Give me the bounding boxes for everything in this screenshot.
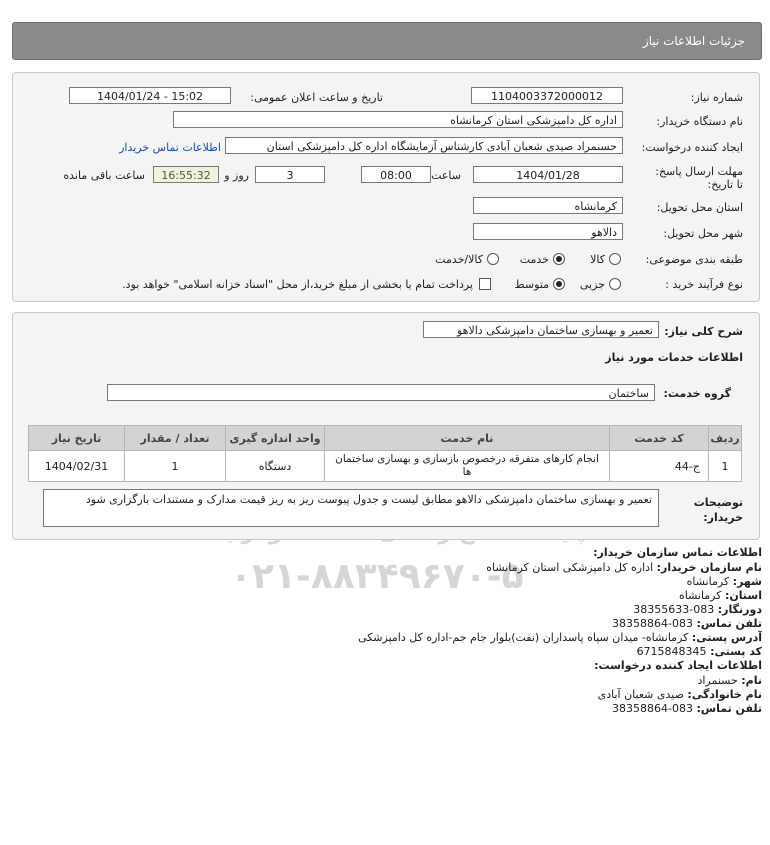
time-label: ساعت bbox=[431, 169, 461, 182]
city-field: دالاهو bbox=[473, 223, 623, 240]
fax-label: دورنگار: bbox=[717, 603, 762, 616]
watermark-line2: ۰۲۱-۸۸۳۴۹۶۷۰-۵ bbox=[230, 556, 524, 597]
need-number-field: 1104003372000012 bbox=[471, 87, 623, 104]
org-name-row: نام سازمان خریدار: اداره کل دامپزشکی است… bbox=[486, 561, 762, 574]
group-field: ساختمان bbox=[107, 384, 655, 401]
buyer-field: اداره کل دامپزشکی استان کرمانشاه bbox=[173, 111, 623, 128]
process-radio-minor[interactable] bbox=[609, 278, 621, 290]
creator-phone-row: تلفن تماس: 083-38358864 bbox=[612, 702, 762, 715]
address-value: کرمانشاه- میدان سپاه پاسداران (نفت)بلوار… bbox=[358, 631, 689, 644]
col-need-date: تاریخ نیاز bbox=[28, 425, 125, 451]
days-label: روز و bbox=[224, 169, 249, 182]
col-service-name: نام خدمت bbox=[324, 425, 610, 451]
cell-service-code: ج-44 bbox=[609, 450, 709, 482]
category-label: طبقه بندی موضوعی: bbox=[645, 253, 743, 266]
last-name-label: نام خانوادگی: bbox=[687, 688, 762, 701]
deadline-label: مهلت ارسال پاسخ: تا تاریخ: bbox=[655, 165, 743, 191]
contact-province-value: کرمانشاه bbox=[678, 589, 722, 602]
treasury-checkbox[interactable] bbox=[479, 278, 491, 290]
announce-label: تاریخ و ساعت اعلان عمومی: bbox=[250, 91, 383, 104]
creator-label: ایجاد کننده درخواست: bbox=[641, 141, 743, 154]
services-title: اطلاعات خدمات مورد نیاز bbox=[605, 351, 743, 364]
days-field: 3 bbox=[255, 166, 325, 183]
deadline-date-field: 1404/01/28 bbox=[473, 166, 623, 183]
creator-phone-label: تلفن تماس: bbox=[696, 702, 762, 715]
summary-label: شرح کلی نیاز: bbox=[664, 325, 743, 338]
process-label: نوع فرآیند خرید : bbox=[665, 278, 743, 291]
process-option-medium: متوسط bbox=[514, 278, 549, 291]
group-label: گروه خدمت: bbox=[663, 387, 731, 400]
province-row: استان: کرمانشاه bbox=[679, 589, 762, 602]
fax-value: 083-38355633 bbox=[633, 603, 715, 616]
buyer-label: نام دستگاه خریدار: bbox=[656, 115, 743, 128]
creator-field: حسنمراد صیدی شعبان آبادی کارشناس آزمایشگ… bbox=[225, 137, 623, 154]
category-radio-service[interactable] bbox=[553, 253, 565, 265]
need-number-label: شماره نیاز: bbox=[690, 91, 743, 104]
remaining-time-field: 16:55:32 bbox=[153, 166, 219, 183]
cell-unit: دستگاه bbox=[225, 450, 325, 482]
col-row: ردیف bbox=[708, 425, 742, 451]
org-contact-title: اطلاعات تماس سازمان خریدار: bbox=[593, 546, 762, 559]
page-header: جزئیات اطلاعات نیاز bbox=[12, 22, 762, 60]
buyer-contact-link[interactable]: اطلاعات تماس خریدار bbox=[119, 141, 221, 154]
address-label: آدرس پستی: bbox=[691, 631, 762, 644]
creator-contact-title: اطلاعات ایجاد کننده درخواست: bbox=[594, 659, 762, 672]
summary-field: تعمیر و بهسازی ساختمان دامپزشکی دالاهو bbox=[423, 321, 659, 338]
col-service-code: کد خدمت bbox=[609, 425, 709, 451]
cell-need-date: 1404/02/31 bbox=[28, 450, 125, 482]
buyer-notes-field: تعمیر و بهسازی ساختمان دامپزشکی دالاهو م… bbox=[43, 489, 659, 527]
org-name-value: اداره کل دامپزشکی استان کرمانشاه bbox=[486, 561, 654, 574]
province-label: استان محل تحویل: bbox=[656, 201, 743, 214]
details-panel: شماره نیاز: 1104003372000012 تاریخ و ساع… bbox=[12, 72, 760, 302]
phone-label: تلفن تماس: bbox=[696, 617, 762, 630]
last-name-value: صیدی شعبان آبادی bbox=[597, 688, 684, 701]
cell-row: 1 bbox=[708, 450, 742, 482]
city-row: شهر: کرمانشاه bbox=[687, 575, 762, 588]
last-name-row: نام خانوادگی: صیدی شعبان آبادی bbox=[598, 688, 762, 701]
col-unit: واحد اندازه گیری bbox=[225, 425, 325, 451]
remaining-label: ساعت باقی مانده bbox=[63, 169, 145, 182]
postal-label: کد پستی: bbox=[710, 645, 762, 658]
deadline-time-field: 08:00 bbox=[361, 166, 431, 183]
process-radio-medium[interactable] bbox=[553, 278, 565, 290]
table-row: 1 ج-44 انجام کارهای متفرقه درخصوص بازساز… bbox=[28, 450, 742, 482]
first-name-value: حسنمراد bbox=[697, 674, 738, 687]
category-option-goods: کالا bbox=[590, 253, 605, 266]
treasury-text: پرداخت تمام یا بخشی از مبلغ خرید،از محل … bbox=[122, 278, 473, 291]
first-name-label: نام: bbox=[741, 674, 762, 687]
contact-city-value: کرمانشاه bbox=[686, 575, 730, 588]
province-field: کرمانشاه bbox=[473, 197, 623, 214]
contact-city-label: شهر: bbox=[732, 575, 762, 588]
postal-value: 6715848345 bbox=[636, 645, 707, 658]
category-option-service: خدمت bbox=[519, 253, 549, 266]
org-name-label: نام سازمان خریدار: bbox=[656, 561, 762, 574]
category-radio-goods-service[interactable] bbox=[487, 253, 499, 265]
creator-phone-value: 083-38358864 bbox=[612, 702, 694, 715]
col-quantity: تعداد / مقدار bbox=[124, 425, 226, 451]
announce-field: 1404/01/24 - 15:02 bbox=[69, 87, 231, 104]
first-name-row: نام: حسنمراد bbox=[697, 674, 762, 687]
page-title: جزئیات اطلاعات نیاز bbox=[642, 34, 745, 48]
phone-value: 083-38358864 bbox=[612, 617, 694, 630]
contact-province-label: استان: bbox=[725, 589, 762, 602]
process-option-minor: جزیی bbox=[579, 278, 605, 291]
cell-service-name: انجام کارهای متفرقه درخصوص بازسازی و بهس… bbox=[324, 450, 610, 482]
fax-row: دورنگار: 083-38355633 bbox=[633, 603, 762, 616]
address-row: آدرس پستی: کرمانشاه- میدان سپاه پاسداران… bbox=[358, 631, 762, 644]
postal-row: کد پستی: 6715848345 bbox=[637, 645, 762, 658]
category-option-goods-service: کالا/خدمت bbox=[435, 253, 483, 266]
category-radio-goods[interactable] bbox=[609, 253, 621, 265]
buyer-notes-label: توضیحات خریدار: bbox=[693, 496, 743, 524]
city-label: شهر محل تحویل: bbox=[663, 227, 743, 240]
services-table: ردیف کد خدمت نام خدمت واحد اندازه گیری ت… bbox=[28, 425, 742, 482]
phone-row: تلفن تماس: 083-38358864 bbox=[612, 617, 762, 630]
cell-quantity: 1 bbox=[124, 450, 226, 482]
